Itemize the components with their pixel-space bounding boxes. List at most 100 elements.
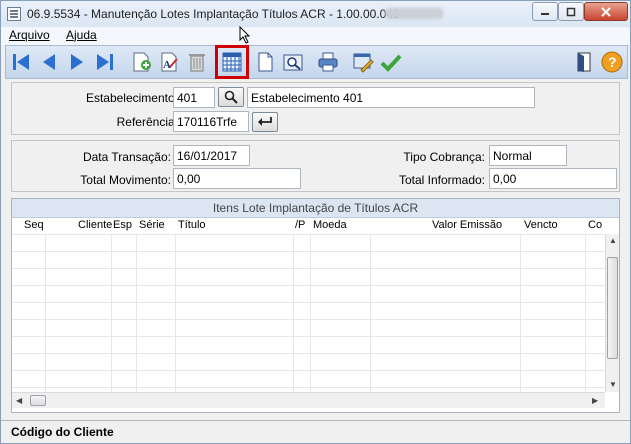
add-record-button[interactable] — [128, 49, 154, 75]
edit-record-icon: A — [161, 52, 178, 72]
previous-icon — [43, 54, 55, 70]
search-document-button[interactable] — [280, 49, 306, 75]
data-transacao-field[interactable]: 16/01/2017 — [173, 145, 250, 166]
scroll-up-arrow-icon[interactable]: ▲ — [609, 236, 617, 245]
properties-icon — [353, 53, 374, 73]
referencia-field[interactable]: 170116Trfe — [173, 111, 249, 132]
column-header-truncated[interactable]: Co — [588, 219, 602, 231]
main-window: 06.9.5534 - Manutenção Lotes Implantação… — [0, 0, 631, 444]
column-header-esp[interactable]: Esp — [113, 219, 132, 231]
estabelecimento-code-field[interactable]: 401 — [173, 87, 215, 108]
title-bar: 06.9.5534 - Manutenção Lotes Implantação… — [1, 1, 630, 27]
blank-document-icon — [258, 52, 273, 72]
grid-header: Seq Cliente Esp Série Título /P Moeda Va… — [12, 218, 619, 234]
estabelecimento-label: Estabelecimento: — [85, 91, 178, 105]
close-button[interactable] — [584, 2, 628, 21]
mouse-cursor-icon — [239, 26, 251, 44]
grid-row-line — [12, 302, 605, 303]
grid-row-line — [12, 336, 605, 337]
maximize-button[interactable] — [558, 2, 584, 21]
tipo-cobranca-label: Tipo Cobrança: — [403, 150, 485, 164]
items-grid[interactable]: Itens Lote Implantação de Títulos ACR Se… — [11, 198, 620, 413]
tipo-cobranca-field[interactable]: Normal — [489, 145, 567, 166]
column-header-cliente[interactable]: Cliente — [78, 219, 112, 231]
first-icon — [13, 54, 29, 70]
column-header-valor-emissao[interactable]: Valor Emissão — [432, 219, 502, 231]
delete-record-button[interactable] — [184, 49, 210, 75]
search-icon — [224, 90, 238, 104]
add-record-icon — [133, 52, 151, 72]
maximize-icon — [566, 7, 576, 16]
grid-title: Itens Lote Implantação de Títulos ACR — [12, 199, 619, 218]
print-icon — [318, 52, 338, 72]
vertical-scroll-thumb[interactable] — [607, 257, 618, 359]
grid-row-line — [12, 353, 605, 354]
blank-document-button[interactable] — [252, 49, 278, 75]
grid-row-line — [12, 285, 605, 286]
grid-row-line — [12, 319, 605, 320]
grid-row-line — [12, 387, 605, 388]
minimize-icon — [541, 12, 549, 15]
help-icon: ? — [601, 51, 623, 73]
grid-row-line — [12, 268, 605, 269]
properties-button[interactable] — [350, 49, 376, 75]
details-panel: Data Transação: 16/01/2017 Tipo Cobrança… — [11, 140, 620, 192]
scroll-left-arrow-icon[interactable]: ◀ — [16, 396, 22, 405]
help-button[interactable]: ? — [599, 49, 625, 75]
minimize-button[interactable] — [532, 2, 558, 21]
grid-row-line — [12, 251, 605, 252]
total-informado-label: Total Informado: — [398, 173, 485, 187]
first-record-button[interactable] — [8, 49, 34, 75]
data-transacao-label: Data Transação: — [82, 150, 171, 164]
confirm-button[interactable] — [378, 49, 404, 75]
menu-arquivo[interactable]: Arquivo — [9, 28, 50, 42]
next-record-button[interactable] — [64, 49, 90, 75]
total-movimento-field: 0,00 — [173, 168, 301, 189]
referencia-enter-button[interactable] — [252, 112, 278, 132]
referencia-label: Referência: — [116, 115, 178, 129]
print-button[interactable] — [315, 49, 341, 75]
calendar-grid-icon — [222, 52, 242, 72]
search-document-icon — [283, 54, 303, 71]
exit-button[interactable] — [571, 49, 597, 75]
grid-row-line — [12, 370, 605, 371]
exit-door-icon — [577, 52, 591, 72]
total-informado-field[interactable]: 0,00 — [489, 168, 617, 189]
scroll-right-arrow-icon[interactable]: ▶ — [592, 396, 598, 405]
column-header-parcela[interactable]: /P — [295, 219, 305, 231]
column-header-titulo[interactable]: Título — [178, 219, 206, 231]
estabelecimento-search-button[interactable] — [218, 87, 244, 107]
close-icon — [601, 6, 611, 17]
column-header-moeda[interactable]: Moeda — [313, 219, 347, 231]
toolbar: A ? — [5, 45, 628, 79]
last-icon — [97, 54, 113, 70]
redacted-title-segment — [385, 8, 443, 19]
grid-row-line — [12, 234, 605, 235]
column-header-seq[interactable]: Seq — [24, 219, 44, 231]
svg-text:A: A — [163, 59, 171, 71]
enter-return-icon — [258, 117, 272, 126]
last-record-button[interactable] — [92, 49, 118, 75]
next-icon — [71, 54, 83, 70]
edit-record-button[interactable]: A — [156, 49, 182, 75]
grid-body — [12, 234, 605, 392]
column-header-serie[interactable]: Série — [139, 219, 165, 231]
menu-ajuda[interactable]: Ajuda — [66, 28, 97, 42]
delete-icon — [189, 54, 205, 72]
window-title: 06.9.5534 - Manutenção Lotes Implantação… — [27, 7, 400, 21]
status-bar: Código do Cliente — [1, 420, 630, 443]
horizontal-scroll-thumb[interactable] — [30, 395, 46, 406]
previous-record-button[interactable] — [36, 49, 62, 75]
column-header-vencto[interactable]: Vencto — [524, 219, 558, 231]
horizontal-scrollbar[interactable]: ◀ ▶ — [12, 392, 605, 408]
calendar-grid-button[interactable] — [215, 45, 249, 79]
total-movimento-label: Total Movimento: — [80, 173, 171, 187]
scroll-down-arrow-icon[interactable]: ▼ — [609, 380, 617, 389]
menu-bar: Arquivo Ajuda — [1, 27, 630, 45]
confirm-check-icon — [380, 54, 402, 72]
header-panel: Estabelecimento: 401 Estabelecimento 401… — [11, 82, 620, 135]
estabelecimento-name-field: Estabelecimento 401 — [247, 87, 535, 108]
app-icon — [7, 7, 21, 21]
svg-text:?: ? — [608, 54, 617, 70]
vertical-scrollbar[interactable]: ▲ ▼ — [605, 234, 619, 392]
